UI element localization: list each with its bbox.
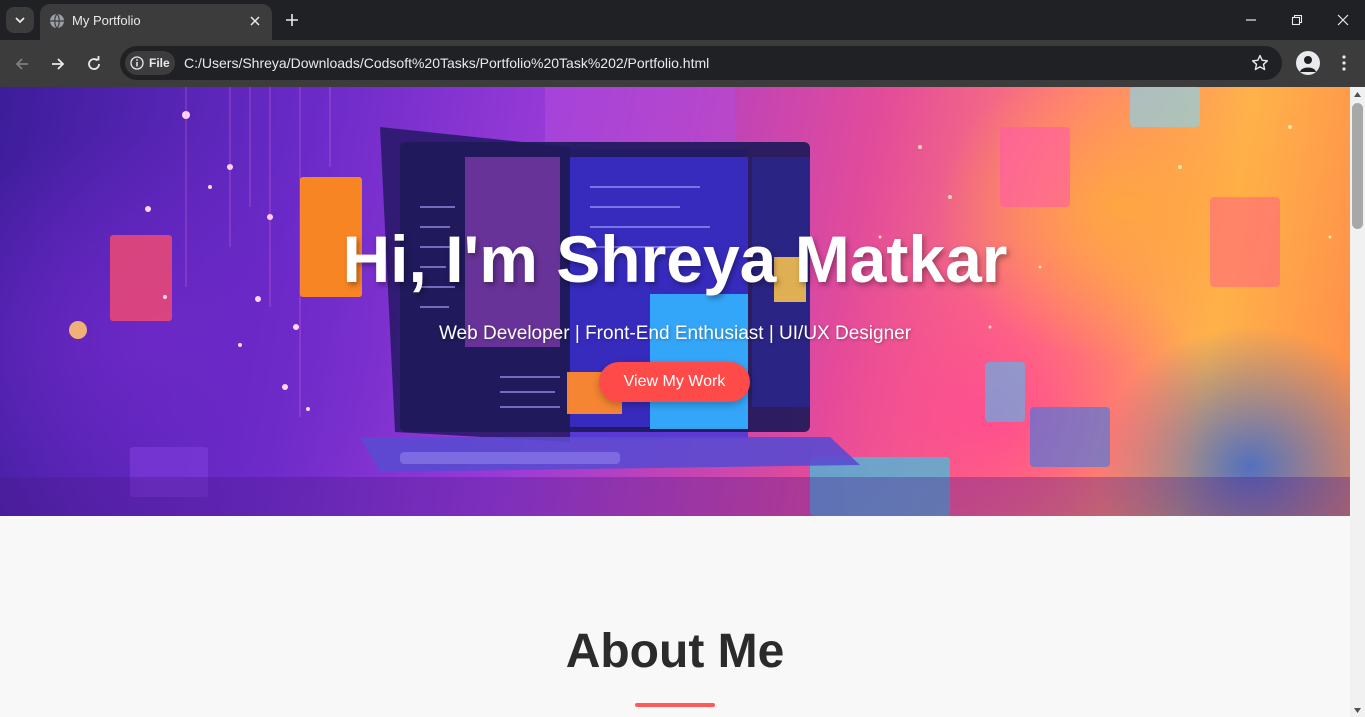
restore-icon <box>1291 14 1303 26</box>
star-icon <box>1251 54 1269 71</box>
new-tab-button[interactable] <box>280 8 304 32</box>
profile-button[interactable] <box>1296 51 1320 75</box>
scroll-down-button[interactable] <box>1350 703 1365 717</box>
page-viewport: Hi, I'm Shreya Matkar Web Developer | Fr… <box>0 87 1350 717</box>
tab-title: My Portfolio <box>72 13 141 28</box>
close-icon <box>250 16 260 26</box>
info-icon <box>130 56 144 70</box>
window-close-button[interactable] <box>1329 6 1357 34</box>
hero-subtitle: Web Developer | Front-End Enthusiast | U… <box>438 323 912 344</box>
minimize-icon <box>1246 19 1256 21</box>
kebab-menu-icon <box>1342 55 1346 71</box>
forward-icon <box>52 58 65 70</box>
site-info-chip[interactable]: File <box>125 51 175 75</box>
browser-toolbar: File C:/Users/Shreya/Downloads/Codsoft%2… <box>0 40 1365 87</box>
forward-button[interactable] <box>44 50 72 78</box>
url-text[interactable]: C:/Users/Shreya/Downloads/Codsoft%20Task… <box>184 55 709 71</box>
back-icon <box>15 58 28 70</box>
chevron-down-icon <box>15 17 25 24</box>
hero-section: Hi, I'm Shreya Matkar Web Developer | Fr… <box>0 87 1350 516</box>
scroll-up-button[interactable] <box>1350 87 1365 101</box>
view-my-work-button[interactable]: View My Work <box>599 362 750 402</box>
tab-active[interactable]: My Portfolio <box>40 4 272 40</box>
page-scrollbar[interactable] <box>1350 87 1365 717</box>
triangle-up-icon <box>1354 91 1361 97</box>
hero-content: Hi, I'm Shreya Matkar Web Developer | Fr… <box>0 87 1350 516</box>
tab-strip: My Portfolio <box>0 0 1365 40</box>
minimize-button[interactable] <box>1237 6 1265 34</box>
browser-menu-button[interactable] <box>1332 51 1356 75</box>
profile-icon <box>1300 56 1316 72</box>
reload-button[interactable] <box>80 50 108 78</box>
bookmark-button[interactable] <box>1250 53 1270 73</box>
reload-icon <box>88 56 100 70</box>
tab-close-button[interactable] <box>246 12 264 30</box>
globe-icon <box>50 13 64 29</box>
hero-title: Hi, I'm Shreya Matkar <box>342 222 1008 296</box>
address-bar[interactable]: File C:/Users/Shreya/Downloads/Codsoft%2… <box>120 46 1282 80</box>
plus-icon <box>286 14 298 26</box>
about-heading-underline <box>635 703 715 707</box>
tab-search-button[interactable] <box>6 7 34 33</box>
close-icon <box>1337 14 1349 26</box>
restore-button[interactable] <box>1283 6 1311 34</box>
scroll-thumb[interactable] <box>1352 103 1363 229</box>
file-chip-label: File <box>149 56 170 70</box>
triangle-down-icon <box>1354 707 1361 713</box>
back-button[interactable] <box>8 50 36 78</box>
about-heading: About Me <box>565 625 785 678</box>
